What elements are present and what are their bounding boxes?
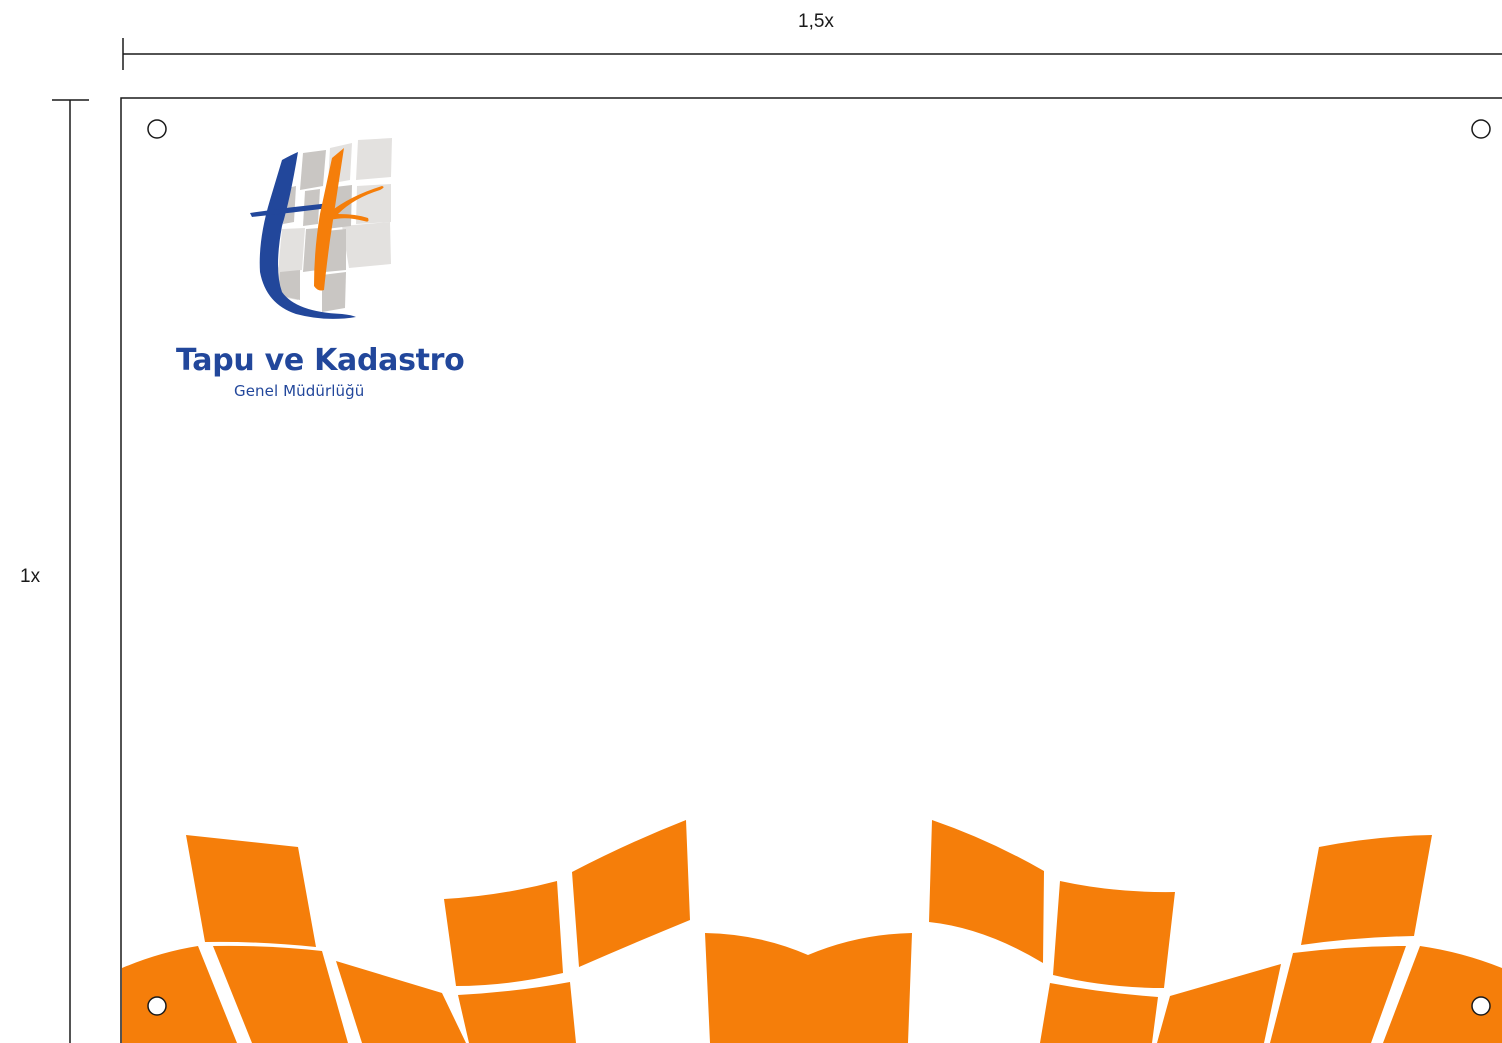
- orange-tile: [1053, 881, 1175, 988]
- height-dimension-line: [52, 99, 89, 1043]
- organization-subtitle: Genel Müdürlüğü: [234, 382, 365, 400]
- mounting-hole-icon: [1471, 996, 1491, 1016]
- signboard-drawing: [52, 38, 1502, 1043]
- orange-tile: [1301, 835, 1432, 945]
- mounting-hole-icon: [147, 996, 167, 1016]
- mounting-hole-icon: [147, 119, 167, 139]
- orange-tile: [186, 835, 316, 947]
- mounting-hole-icon: [1471, 119, 1491, 139]
- organization-name: Tapu ve Kadastro: [176, 343, 465, 378]
- width-dimension-line: [122, 38, 1502, 70]
